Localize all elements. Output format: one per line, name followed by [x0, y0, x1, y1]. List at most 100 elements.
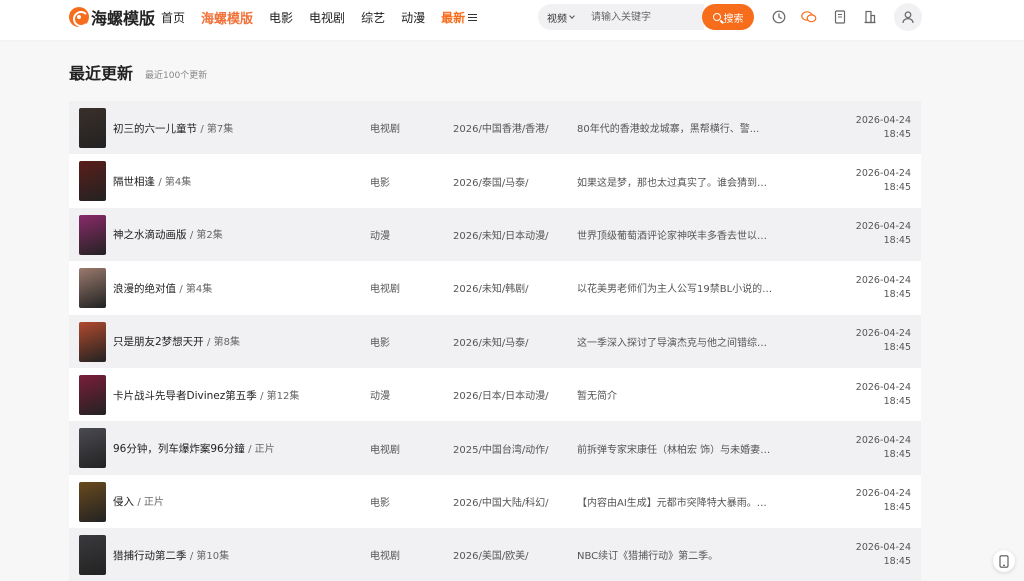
item-title-text: 侵入: [113, 496, 134, 509]
item-episode: / 第8集: [207, 337, 240, 349]
item-date: 2026-04-24: [855, 274, 911, 286]
poster-thumbnail[interactable]: [79, 108, 106, 148]
search-input[interactable]: [583, 4, 704, 30]
poster-thumbnail[interactable]: [79, 214, 106, 255]
item-time: 18:45: [883, 235, 911, 247]
item-timestamp: 2026-04-24 18:45: [856, 541, 911, 569]
poster-thumbnail[interactable]: [79, 374, 106, 415]
page-title-row: 最近更新 最近100个更新: [69, 64, 207, 84]
item-description: 前拆弹专家宋康任（林柏宏 饰）与未婚妻黄...: [577, 444, 773, 456]
item-episode: / 第2集: [189, 230, 223, 242]
item-title-text: 初三的六一儿童节: [113, 122, 197, 135]
item-type: 电视剧: [370, 551, 400, 563]
list-item[interactable]: 浪漫的绝对值 / 第4集 电视剧 2026/未知/韩剧/以花美男老师们为主人公写19…: [69, 261, 921, 315]
item-description: 80年代的香港蛟龙城寨，黑帮横行、警...: [577, 124, 760, 136]
list-item[interactable]: 卡片战斗先导者Divinez第五季 / 第12集 动漫 2026/日本/日本动漫/暂…: [69, 367, 921, 422]
search-icon: [712, 13, 721, 21]
list-item[interactable]: 只是朋友2梦想天开 / 第8集 电影 2026/未知/马泰/这一季深入探讨了导演杰克…: [69, 314, 921, 368]
building-icon[interactable]: [861, 8, 879, 26]
poster-thumbnail[interactable]: [79, 535, 106, 576]
item-date: 2026-04-24: [855, 541, 911, 553]
item-title[interactable]: 卡片战斗先导者Divinez第五季 / 第12集: [113, 387, 299, 403]
item-time: 18:45: [883, 182, 911, 194]
item-timestamp: 2026-04-24 18:45: [856, 220, 911, 248]
item-title[interactable]: 浪漫的绝对值 / 第4集: [113, 280, 212, 296]
item-time: 18:45: [883, 555, 911, 567]
main-nav: 首页 海螺模版 电影 电视剧 综艺 动漫 最新: [161, 0, 493, 34]
item-date: 2026-04-24: [855, 488, 911, 500]
item-date: 2026-04-24: [855, 435, 911, 447]
item-title[interactable]: 神之水滴动画版 / 第2集: [113, 226, 223, 242]
item-type: 电影: [370, 337, 390, 349]
nav-variety[interactable]: 综艺: [361, 9, 385, 26]
nav-home[interactable]: 首页: [161, 9, 185, 26]
item-episode: / 第4集: [158, 177, 192, 189]
item-timestamp: 2026-04-24 18:45: [856, 274, 911, 302]
poster-thumbnail[interactable]: [79, 428, 106, 469]
item-region: 2026/未知/日本动漫/: [453, 230, 549, 242]
item-title-text: 隔世相逢: [113, 176, 155, 189]
list-item[interactable]: 猎捕行动第二季 / 第10集 电视剧 2026/美国/欧美/NBC续订《猎捕行动》第…: [69, 528, 921, 581]
item-title-text: 神之水滴动画版: [113, 229, 187, 242]
nav-tv[interactable]: 电视剧: [309, 9, 345, 26]
item-title-text: 猎捕行动第二季: [113, 549, 187, 562]
logo-text: 海螺模版: [91, 9, 156, 28]
item-date: 2026-04-24: [855, 114, 911, 126]
item-date: 2026-04-24: [855, 168, 911, 180]
item-region: 2025/中国台湾/动作/: [453, 444, 549, 456]
search-bar: 视频 搜索: [538, 4, 754, 30]
item-time: 18:45: [883, 449, 911, 461]
user-avatar-button[interactable]: [894, 3, 922, 31]
item-type: 电影: [370, 497, 390, 509]
search-button[interactable]: 搜索: [702, 4, 754, 30]
item-title[interactable]: 侵入 / 正片: [113, 493, 164, 509]
poster-thumbnail[interactable]: [79, 268, 106, 309]
item-region: 2026/美国/欧美/: [453, 551, 529, 563]
nav-movie[interactable]: 电影: [269, 9, 293, 26]
item-region: 2026/日本/日本动漫/: [453, 391, 549, 403]
item-title-text: 96分钟，列车爆炸案96分鐘: [113, 443, 245, 456]
item-title[interactable]: 猎捕行动第二季 / 第10集: [113, 547, 229, 563]
chat-icon[interactable]: [800, 8, 818, 26]
bookmark-icon[interactable]: [831, 8, 849, 26]
list-item[interactable]: 96分钟，列车爆炸案96分鐘 / 正片 电视剧 2025/中国台湾/动作/前拆弹专家…: [69, 421, 921, 475]
item-time: 18:45: [883, 395, 911, 407]
item-timestamp: 2026-04-24 18:45: [856, 381, 911, 409]
poster-thumbnail[interactable]: [79, 161, 106, 202]
poster-thumbnail[interactable]: [79, 481, 106, 522]
item-title[interactable]: 初三的六一儿童节 / 第7集: [113, 120, 233, 136]
item-episode: / 第12集: [260, 390, 300, 402]
item-region: 2026/未知/马泰/: [453, 337, 529, 349]
item-episode: / 正片: [137, 497, 164, 509]
item-description: 这一季深入探讨了导演杰克与他之间错综复...: [577, 337, 773, 349]
list-item[interactable]: 隔世相逢 / 第4集 电影 2026/泰国/马泰/如果这是梦，那也太过真实了。谁会猜…: [69, 154, 921, 208]
item-type: 电视剧: [370, 284, 400, 296]
item-episode: / 第7集: [200, 123, 234, 135]
nav-brand[interactable]: 海螺模版: [201, 8, 253, 27]
list-item[interactable]: 神之水滴动画版 / 第2集 动漫 2026/未知/日本动漫/世界顶级葡萄酒评论家神咲…: [69, 207, 921, 262]
poster-thumbnail[interactable]: [79, 321, 106, 362]
nav-anime[interactable]: 动漫: [401, 9, 425, 26]
item-title-text: 只是朋友2梦想天开: [113, 336, 204, 349]
mobile-view-button[interactable]: [993, 550, 1015, 572]
item-time: 18:45: [883, 342, 911, 354]
item-time: 18:45: [883, 128, 911, 140]
nav-latest[interactable]: 最新: [441, 9, 478, 26]
site-logo[interactable]: 海螺模版: [69, 6, 155, 28]
page-subtitle: 最近100个更新: [145, 71, 208, 81]
item-region: 2026/未知/韩剧/: [453, 284, 529, 296]
item-description: 【内容由AI生成】元都市突降特大暴雨。风...: [577, 497, 773, 509]
list-item[interactable]: 初三的六一儿童节 / 第7集 电视剧 2026/中国香港/香港/80年代的香港蛟龙城…: [69, 101, 921, 155]
item-title[interactable]: 只是朋友2梦想天开 / 第8集: [113, 333, 240, 349]
list-item[interactable]: 侵入 / 正片 电影 2026/中国大陆/科幻/ 【内容由AI生成】元都市突降特大暴雨…: [69, 474, 921, 529]
search-type-select[interactable]: 视频: [538, 4, 583, 30]
item-title[interactable]: 隔世相逢 / 第4集: [113, 173, 191, 189]
history-icon[interactable]: [770, 8, 788, 26]
item-episode: / 第10集: [189, 550, 230, 562]
item-description: 如果这是梦，那也太过真实了。谁会猜到仅...: [577, 177, 773, 189]
item-title[interactable]: 96分钟，列车爆炸案96分鐘 / 正片: [113, 440, 275, 456]
item-title-text: 卡片战斗先导者Divinez第五季: [113, 389, 257, 402]
item-description: NBC续订《猎捕行动》第二季。: [577, 551, 719, 563]
item-type: 电视剧: [370, 444, 400, 456]
item-description: 世界顶级葡萄酒评论家神咲丰多香去世以后...: [577, 230, 773, 242]
